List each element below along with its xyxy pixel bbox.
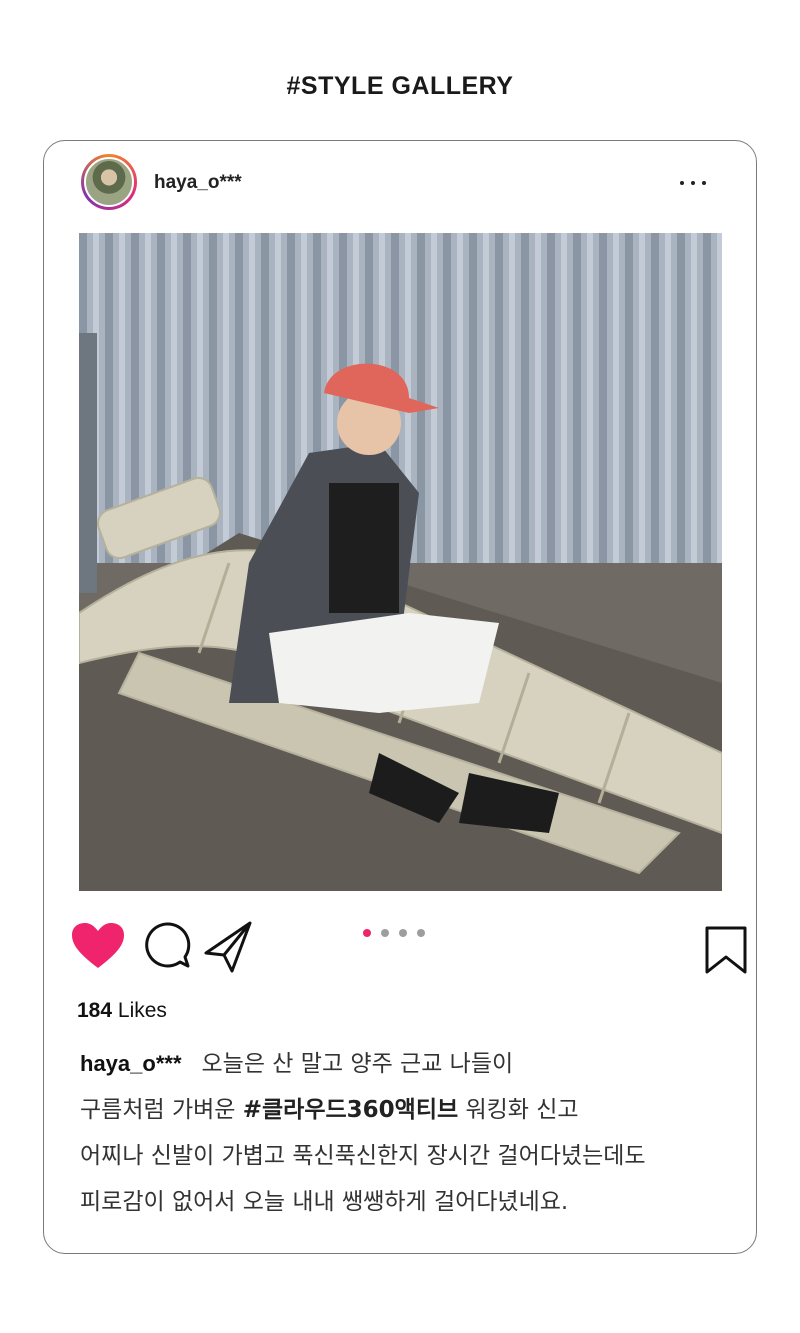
avatar[interactable] <box>81 154 137 210</box>
post-caption: haya_o*** 오늘은 산 말고 양주 근교 나들이 구름처럼 가벼운 #클라… <box>80 1041 740 1225</box>
heart-icon[interactable] <box>70 921 126 971</box>
likes-label: Likes <box>117 999 167 1022</box>
comment-icon[interactable] <box>142 921 192 971</box>
avatar-image <box>84 157 134 207</box>
caption-username[interactable]: haya_o*** <box>80 1051 182 1076</box>
bookmark-icon[interactable] <box>704 925 748 975</box>
post-photo[interactable] <box>79 233 722 891</box>
carousel-indicator[interactable] <box>363 929 425 937</box>
post-card: haya_o*** 184 Likes haya_o*** 오늘은 산 말고 양… <box>43 140 757 1254</box>
caption-line-3: 어찌나 신발이 가볍고 푹신푹신한지 장시간 걸어다녔는데도 <box>80 1143 646 1169</box>
page-title: #STYLE GALLERY <box>286 72 514 100</box>
carousel-dot-active[interactable] <box>363 929 371 937</box>
caption-line-1: 오늘은 산 말고 양주 근교 나들이 <box>201 1051 514 1077</box>
more-horizontal-icon[interactable] <box>680 173 706 193</box>
likes-count[interactable]: 184 Likes <box>77 999 167 1023</box>
caption-line-4: 피로감이 없어서 오늘 내내 쌩쌩하게 걸어다녔네요. <box>80 1189 569 1215</box>
carousel-dot[interactable] <box>381 929 389 937</box>
post-actions <box>70 919 747 979</box>
caption-hashtag[interactable]: #클라우드360액티브 <box>243 1097 458 1123</box>
send-icon[interactable] <box>202 919 256 973</box>
carousel-dot[interactable] <box>417 929 425 937</box>
caption-line-2-prefix: 구름처럼 가벼운 <box>80 1097 243 1123</box>
likes-number: 184 <box>77 999 113 1022</box>
post-username[interactable]: haya_o*** <box>154 172 242 194</box>
caption-line-2-suffix: 워킹화 신고 <box>458 1097 579 1123</box>
carousel-dot[interactable] <box>399 929 407 937</box>
